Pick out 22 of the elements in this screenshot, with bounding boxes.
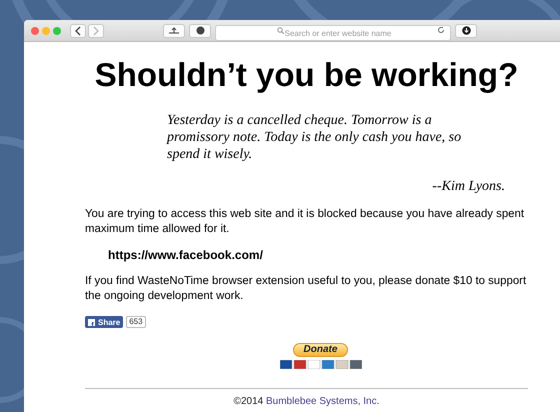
back-button[interactable] (70, 24, 86, 38)
quote-text: Yesterday is a cancelled cheque. Tomorrow is a promissory note. Today is the only cash you have, so spend it wisely. (167, 112, 462, 163)
search-icon (277, 26, 284, 34)
reload-icon[interactable] (437, 26, 445, 34)
company-link[interactable]: Bumblebee Systems, Inc. (266, 396, 380, 407)
blocked-message: You are trying to access this web site and it is blocked because you have already spent maximum time allowed for it. (85, 207, 526, 237)
downloads-button[interactable] (455, 24, 477, 38)
facebook-icon (88, 318, 95, 326)
donate-button[interactable]: Donate (292, 343, 348, 357)
blocked-url: https://www.facebook.com/ (108, 248, 264, 262)
page-title: Shouldn’t you be working? (94, 56, 520, 94)
privacy-icon (196, 26, 204, 35)
share-button[interactable]: Share (85, 316, 124, 328)
share-count: 653 (126, 316, 146, 328)
copyright-text: ©2014 (234, 396, 264, 407)
donate-message: If you find WasteNoTime browser extension useful to you, please donate $10 to support the ongoing development work. (85, 274, 528, 304)
download-icon (462, 26, 470, 35)
quote-author: --Kim Lyons. (431, 179, 505, 195)
forward-icon (92, 26, 100, 36)
address-field[interactable]: Search or enter website name (215, 25, 451, 41)
back-icon (74, 26, 82, 36)
privacy-button[interactable] (189, 24, 211, 38)
